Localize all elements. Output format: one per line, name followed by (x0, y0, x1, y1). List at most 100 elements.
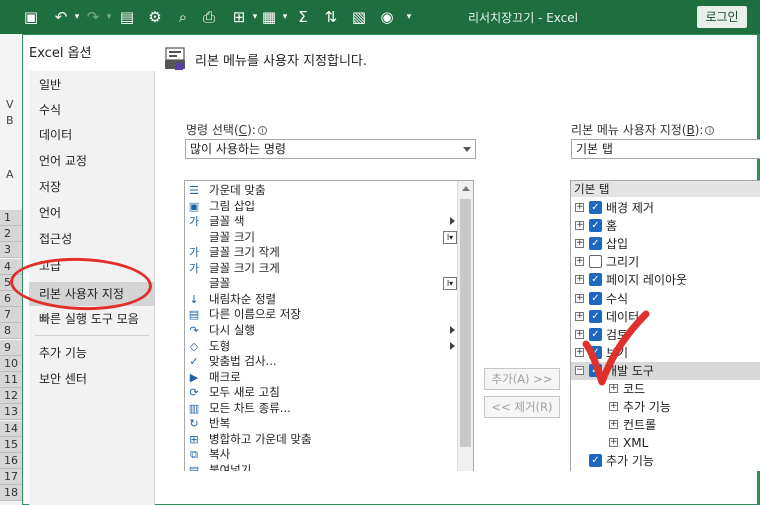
ribbon-tab-node[interactable]: + 그리기 (571, 253, 760, 271)
row-number[interactable]: 18 (0, 485, 22, 502)
row-number[interactable]: 17 (0, 469, 22, 486)
gear-icon[interactable]: ⚙ (144, 5, 166, 29)
command-item[interactable]: 글꼴 I▾ (185, 276, 457, 292)
command-item[interactable]: ⊞ 병합하고 가운데 맞춤 (185, 432, 457, 448)
row-number[interactable]: 14 (0, 420, 22, 437)
row-number[interactable]: 3 (0, 242, 22, 259)
save-icon[interactable]: ▣ (20, 5, 42, 29)
command-item[interactable]: ⟳ 모두 새로 고침 (185, 385, 457, 401)
checkbox-icon[interactable]: ✓ (589, 201, 602, 214)
command-item[interactable]: ◇ 도형 (185, 339, 457, 355)
expand-icon[interactable]: + (575, 221, 584, 231)
command-item[interactable]: ↻ 반복 (185, 416, 457, 432)
command-item[interactable]: 글꼴 크기 I▾ (185, 230, 457, 246)
ribbon-tab-node[interactable]: + ✓ 삽입 (571, 235, 760, 253)
customize-ribbon-select[interactable]: 기본 탭 (571, 139, 760, 159)
font-size-icon (187, 231, 201, 245)
row-number[interactable]: 8 (0, 323, 22, 340)
ribbon-tab-label: 배경 제거 (606, 201, 654, 215)
filter-icon[interactable]: ▧ (348, 5, 370, 29)
commands-list[interactable]: ⎙빠른 인쇄▤붙여넣기▤붙여넣기⧉복사⊞병합하고 가운데 맞춤↻반복▥모든 차트… (184, 180, 474, 471)
copy-icon: ⧉ (190, 448, 198, 462)
command-item[interactable]: ▶ 매크로 (185, 370, 457, 386)
nav-item[interactable]: 수식 (29, 98, 155, 122)
expand-icon[interactable]: + (575, 293, 584, 303)
ribbon-tab-node[interactable]: + 추가 기능 (571, 398, 760, 416)
checkbox-icon[interactable]: ✓ (589, 454, 602, 468)
expand-icon[interactable]: + (575, 257, 584, 267)
command-item[interactable]: ☰ 가운데 맞춤 (185, 183, 457, 199)
row-number[interactable]: 9 (0, 339, 22, 356)
checkbox-icon[interactable]: ✓ (589, 219, 602, 233)
command-item[interactable]: ↷ 다시 실행 (185, 323, 457, 339)
choose-commands-select[interactable]: 많이 사용하는 명령 (185, 139, 476, 159)
command-item[interactable]: 가 글꼴 크기 크게 (185, 261, 457, 277)
command-item[interactable]: 가 글꼴 색 (185, 214, 457, 230)
nav-item[interactable]: 빠른 실행 도구 모음 (29, 307, 155, 331)
row-number[interactable]: 13 (0, 404, 22, 421)
autosum-icon[interactable]: Σ (292, 5, 314, 29)
row-number[interactable]: 1 (0, 210, 22, 226)
ribbon-tab-label: 홈 (606, 219, 618, 234)
checkbox-icon[interactable]: ✓ (589, 273, 602, 287)
command-item[interactable]: ✓ 맞춤법 검사... (185, 354, 457, 370)
save-as-icon[interactable]: ▤ (116, 5, 138, 29)
customize-toolbar-icon[interactable]: ▾ (398, 5, 420, 29)
nav-item[interactable]: 보안 센터 (29, 367, 155, 391)
command-item[interactable]: ▥ 모든 차트 종류... (185, 401, 457, 417)
ribbon-tab-node[interactable]: +✓도움말 (571, 471, 760, 472)
ribbon-tab-node[interactable]: + ✓ 수식 (571, 290, 760, 308)
command-item[interactable]: ▣ 그림 삽입 (185, 199, 457, 215)
nav-item[interactable]: 데이터 (29, 123, 155, 147)
row-number[interactable]: 7 (0, 307, 22, 324)
nav-item[interactable]: 언어 교정 (29, 149, 155, 173)
nav-item[interactable]: 일반 (29, 73, 155, 97)
ribbon-tab-node[interactable]: + 컨트롤 (571, 416, 760, 434)
ribbon-tab-node[interactable]: + ✓ 홈 (571, 217, 760, 235)
command-item[interactable]: ↓ 내림차순 정렬 (185, 292, 457, 308)
row-number[interactable]: 11 (0, 372, 22, 388)
command-item[interactable]: ⧉ 복사 (185, 447, 457, 463)
chevron-down-icon (463, 147, 471, 152)
nav-item[interactable]: 언어 (29, 201, 155, 225)
expand-icon[interactable]: + (609, 420, 618, 430)
expand-icon[interactable]: + (575, 239, 584, 249)
row-number[interactable]: 16 (0, 453, 22, 469)
login-button[interactable]: 로그인 (697, 6, 747, 28)
nav-item[interactable]: 추가 기능 (29, 341, 155, 365)
ribbon-tab-node[interactable]: + XML (571, 434, 760, 452)
command-label: 다시 실행 (209, 322, 255, 337)
customize-ribbon-label: 리본 메뉴 사용자 지정(B): i (571, 121, 715, 138)
expand-icon[interactable]: + (609, 438, 618, 448)
command-item[interactable]: ▤ 붙여넣기 (185, 463, 457, 471)
row-number[interactable]: 2 (0, 226, 22, 243)
camera-icon[interactable]: ◉ (376, 5, 398, 29)
row-number[interactable]: 15 (0, 436, 22, 453)
scroll-thumb[interactable] (460, 199, 471, 447)
print-preview-icon[interactable]: ⌕ (172, 5, 194, 29)
expand-icon[interactable]: + (609, 402, 618, 412)
expand-icon[interactable]: + (575, 275, 584, 285)
sheet-edge-text: A (6, 168, 14, 181)
ribbon-tab-node[interactable]: + ✓ 페이지 레이아웃 (571, 271, 760, 289)
nav-item[interactable]: 저장 (29, 175, 155, 199)
nav-item[interactable]: 접근성 (29, 227, 155, 251)
checkbox-icon[interactable]: ✓ (589, 291, 602, 305)
expand-icon[interactable]: + (575, 203, 584, 212)
checkbox-icon[interactable]: ✓ (589, 237, 602, 251)
add-button[interactable]: 추가(A) >> (484, 368, 560, 390)
scroll-up-icon[interactable] (462, 186, 470, 191)
command-label: 도형 (209, 338, 231, 353)
command-item[interactable]: ▤ 다른 이름으로 저장 (185, 307, 457, 323)
ribbon-tab-node[interactable]: ✓ 추가 기능 (571, 452, 760, 470)
ribbon-tab-node[interactable]: + ✓ 배경 제거 (571, 199, 760, 217)
row-number[interactable]: 10 (0, 355, 22, 372)
sort-icon[interactable]: ⇅ (320, 5, 342, 29)
paste-icon: ▤ (188, 463, 200, 471)
print-icon[interactable]: ⎙ (198, 5, 220, 29)
commands-scrollbar[interactable] (457, 181, 473, 471)
row-number[interactable]: 12 (0, 388, 22, 405)
checkbox-icon[interactable] (589, 255, 602, 269)
remove-button[interactable]: << 제거(R) (484, 396, 560, 418)
command-item[interactable]: 가 글꼴 크기 작게 (185, 245, 457, 261)
